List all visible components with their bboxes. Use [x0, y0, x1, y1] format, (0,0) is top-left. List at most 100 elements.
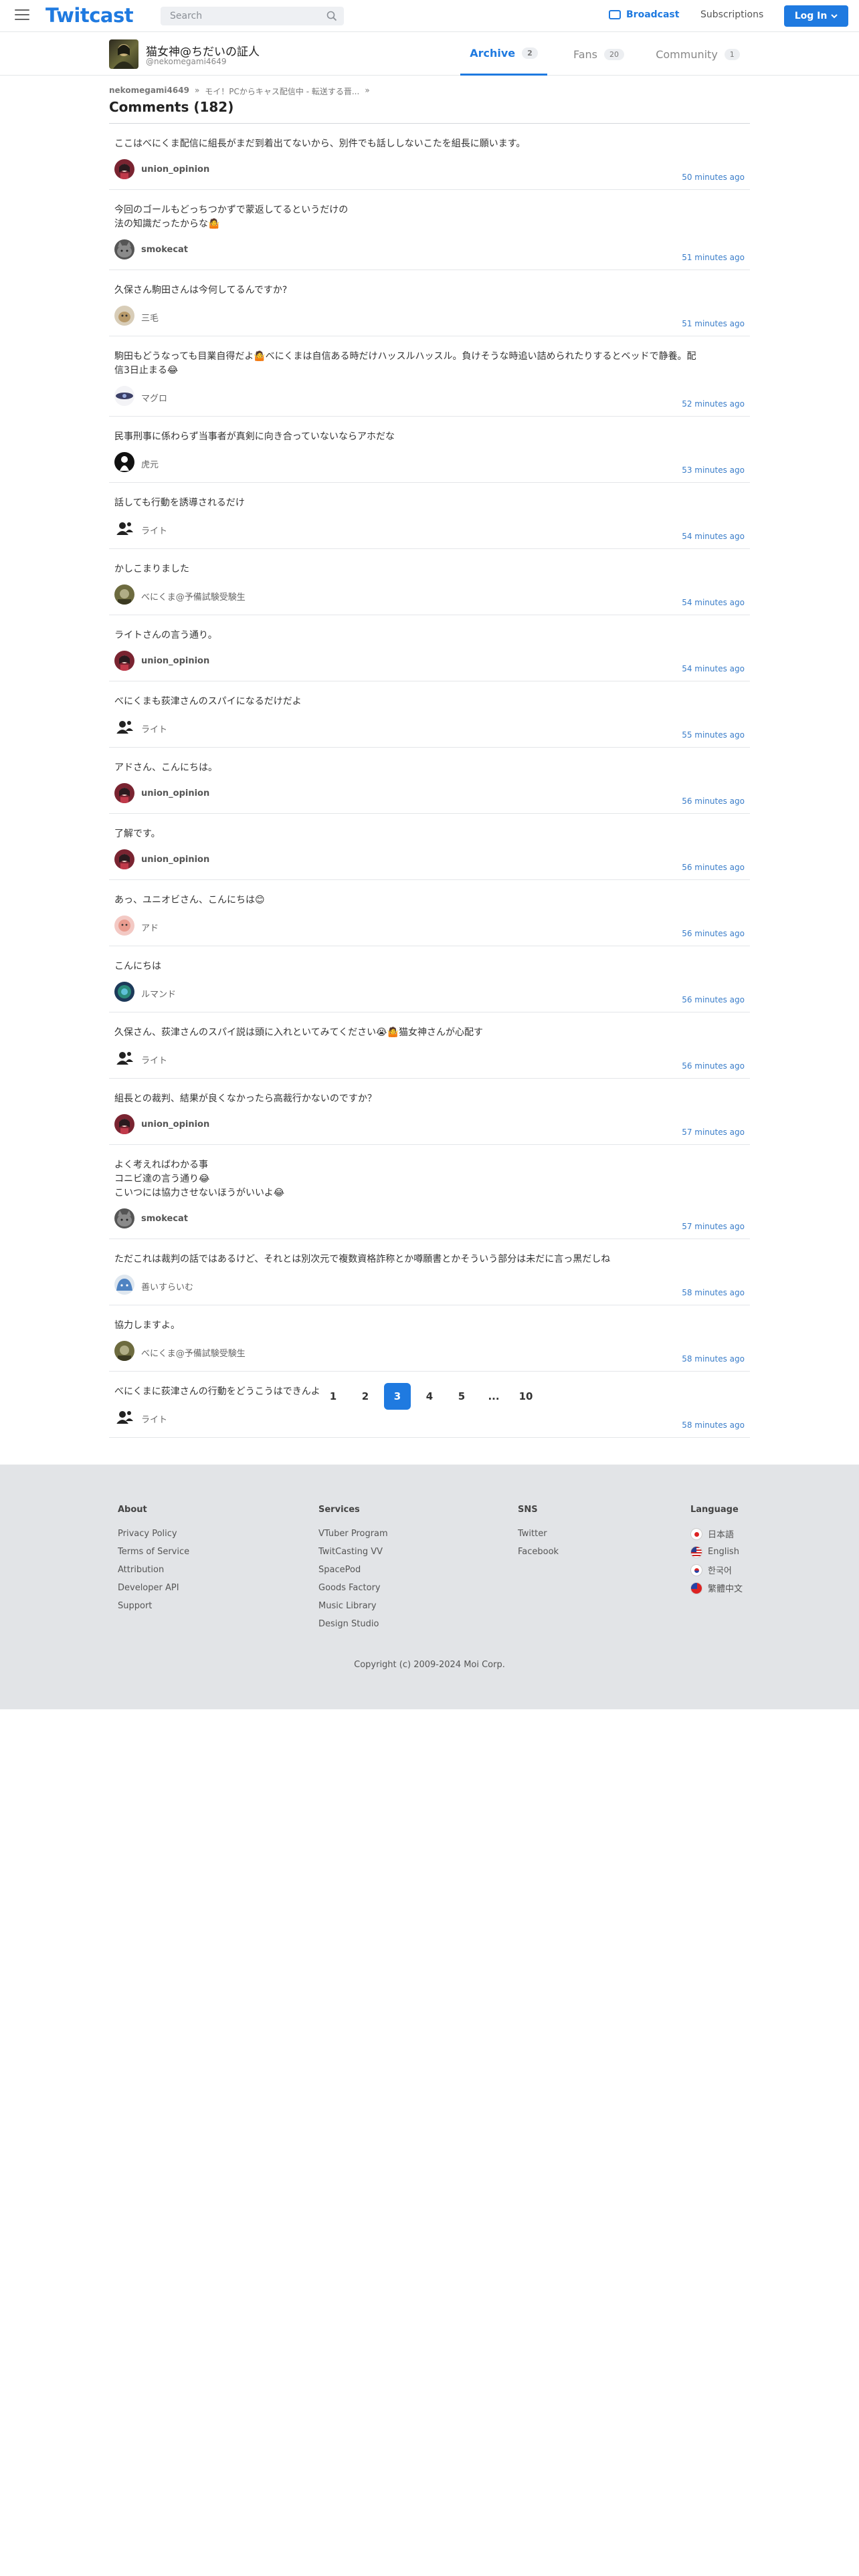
- comment-username[interactable]: ライト: [141, 1412, 167, 1425]
- avatar[interactable]: [114, 916, 134, 936]
- avatar[interactable]: [114, 717, 134, 737]
- footer-link[interactable]: Terms of Service: [118, 1546, 189, 1558]
- comment-timestamp[interactable]: 54 minutes ago: [682, 664, 745, 673]
- comment-timestamp[interactable]: 57 minutes ago: [682, 1222, 745, 1231]
- avatar[interactable]: [114, 1114, 134, 1134]
- avatar[interactable]: [114, 982, 134, 1002]
- page-button[interactable]: 1: [320, 1383, 347, 1410]
- logo[interactable]: Twitcast: [45, 4, 134, 27]
- avatar[interactable]: [114, 239, 134, 259]
- footer-link[interactable]: SpacePod: [318, 1564, 388, 1576]
- footer-link[interactable]: Privacy Policy: [118, 1528, 189, 1539]
- comment-timestamp[interactable]: 56 minutes ago: [682, 863, 745, 872]
- footer-link[interactable]: Design Studio: [318, 1618, 388, 1630]
- search-icon[interactable]: [326, 11, 337, 21]
- comment-username[interactable]: ライト: [141, 722, 167, 735]
- comment-item: 話しても行動を誘導されるだけ ライト 54 minutes ago: [109, 483, 750, 549]
- language-option-ko[interactable]: 한국어: [690, 1564, 743, 1576]
- avatar[interactable]: [114, 452, 134, 472]
- broadcast-button[interactable]: Broadcast: [609, 9, 679, 20]
- comment-username[interactable]: ルマンド: [141, 987, 176, 1000]
- comment-timestamp[interactable]: 56 minutes ago: [682, 929, 745, 938]
- search-input[interactable]: [161, 7, 314, 25]
- footer-link[interactable]: Developer API: [118, 1582, 189, 1594]
- breadcrumb-user[interactable]: nekomegami4649: [109, 86, 189, 97]
- comment-username[interactable]: union_opinion: [141, 1119, 209, 1130]
- comment-username[interactable]: べにくま@予備試験受験生: [141, 1346, 246, 1359]
- tab-archive[interactable]: Archive 2: [460, 33, 547, 76]
- language-option-ja[interactable]: 日本語: [690, 1527, 743, 1540]
- comment-timestamp[interactable]: 56 minutes ago: [682, 1061, 745, 1071]
- comment-timestamp[interactable]: 50 minutes ago: [682, 173, 745, 182]
- footer-link[interactable]: TwitCasting VV: [318, 1546, 388, 1558]
- comment-username[interactable]: smokecat: [141, 1214, 188, 1224]
- page-button[interactable]: 10: [512, 1383, 539, 1410]
- comment-username[interactable]: union_opinion: [141, 165, 209, 175]
- avatar[interactable]: [114, 386, 134, 406]
- avatar[interactable]: [114, 783, 134, 803]
- page-button[interactable]: 5: [448, 1383, 475, 1410]
- footer-link[interactable]: Music Library: [318, 1600, 388, 1612]
- twitter-link[interactable]: Twitter: [518, 1528, 559, 1539]
- comment-timestamp[interactable]: 54 minutes ago: [682, 598, 745, 607]
- page-button[interactable]: 3: [384, 1383, 411, 1410]
- comment-username[interactable]: union_opinion: [141, 855, 209, 865]
- facebook-link[interactable]: Facebook: [518, 1546, 559, 1558]
- comment-timestamp[interactable]: 58 minutes ago: [682, 1288, 745, 1297]
- avatar[interactable]: [114, 584, 134, 605]
- comment-username[interactable]: 虎元: [141, 457, 159, 470]
- comment-username[interactable]: ライト: [141, 1053, 167, 1066]
- avatar[interactable]: [114, 1407, 134, 1427]
- comment-timestamp[interactable]: 55 minutes ago: [682, 730, 745, 740]
- comment-username[interactable]: union_opinion: [141, 656, 209, 666]
- comment-username[interactable]: 三毛: [141, 311, 159, 324]
- comment-timestamp[interactable]: 52 minutes ago: [682, 399, 745, 409]
- comment-timestamp[interactable]: 56 minutes ago: [682, 995, 745, 1004]
- comment-username[interactable]: べにくま@予備試験受験生: [141, 590, 246, 603]
- avatar[interactable]: [114, 1208, 134, 1228]
- language-option-zh[interactable]: 繁體中文: [690, 1582, 743, 1594]
- language-label: 繁體中文: [708, 1584, 743, 1594]
- comment-timestamp[interactable]: 58 minutes ago: [682, 1420, 745, 1430]
- avatar[interactable]: [114, 159, 134, 179]
- comment-username[interactable]: アド: [141, 921, 159, 934]
- search-box[interactable]: [161, 7, 344, 25]
- comment-username[interactable]: smokecat: [141, 245, 188, 255]
- avatar[interactable]: [114, 651, 134, 671]
- page-button[interactable]: 2: [352, 1383, 379, 1410]
- avatar[interactable]: [114, 849, 134, 869]
- avatar[interactable]: [114, 1048, 134, 1068]
- comment-timestamp[interactable]: 58 minutes ago: [682, 1354, 745, 1364]
- avatar[interactable]: [114, 1341, 134, 1361]
- avatar[interactable]: [114, 306, 134, 326]
- comment-item: アドさん、こんにちは。 union_opinion 56 minutes ago: [109, 748, 750, 814]
- footer-link[interactable]: Attribution: [118, 1564, 189, 1576]
- comment-timestamp[interactable]: 51 minutes ago: [682, 253, 745, 262]
- comment-timestamp[interactable]: 56 minutes ago: [682, 796, 745, 806]
- taiwan-flag-icon: [690, 1582, 702, 1594]
- subscriptions-link[interactable]: Subscriptions: [700, 9, 763, 20]
- comment-text: べにくまも荻津さんのスパイになるだけだよ: [114, 696, 302, 707]
- language-option-en[interactable]: English: [690, 1545, 743, 1558]
- footer-link[interactable]: Support: [118, 1600, 189, 1612]
- comment-username[interactable]: マグロ: [141, 391, 167, 404]
- login-button[interactable]: Log In: [784, 5, 848, 27]
- profile-avatar[interactable]: [109, 39, 138, 69]
- comment-username[interactable]: union_opinion: [141, 788, 209, 798]
- footer-link[interactable]: Goods Factory: [318, 1582, 388, 1594]
- breadcrumb-movie[interactable]: モイ！PCからキャス配信中 - 転送する晋...: [205, 86, 359, 97]
- avatar[interactable]: [114, 518, 134, 538]
- avatar[interactable]: [114, 1275, 134, 1295]
- comment-timestamp[interactable]: 57 minutes ago: [682, 1128, 745, 1137]
- comment-username[interactable]: 善いすらいむ: [141, 1280, 193, 1293]
- comment-timestamp[interactable]: 54 minutes ago: [682, 532, 745, 541]
- tab-fans[interactable]: Fans 20: [562, 33, 636, 76]
- footer-services: Services VTuber Program TwitCasting VV S…: [318, 1505, 388, 1636]
- footer-link[interactable]: VTuber Program: [318, 1528, 388, 1539]
- comment-timestamp[interactable]: 53 minutes ago: [682, 465, 745, 475]
- comment-timestamp[interactable]: 51 minutes ago: [682, 319, 745, 328]
- tab-community[interactable]: Community 1: [648, 33, 748, 76]
- menu-icon[interactable]: [15, 9, 29, 21]
- comment-username[interactable]: ライト: [141, 524, 167, 536]
- page-button[interactable]: 4: [416, 1383, 443, 1410]
